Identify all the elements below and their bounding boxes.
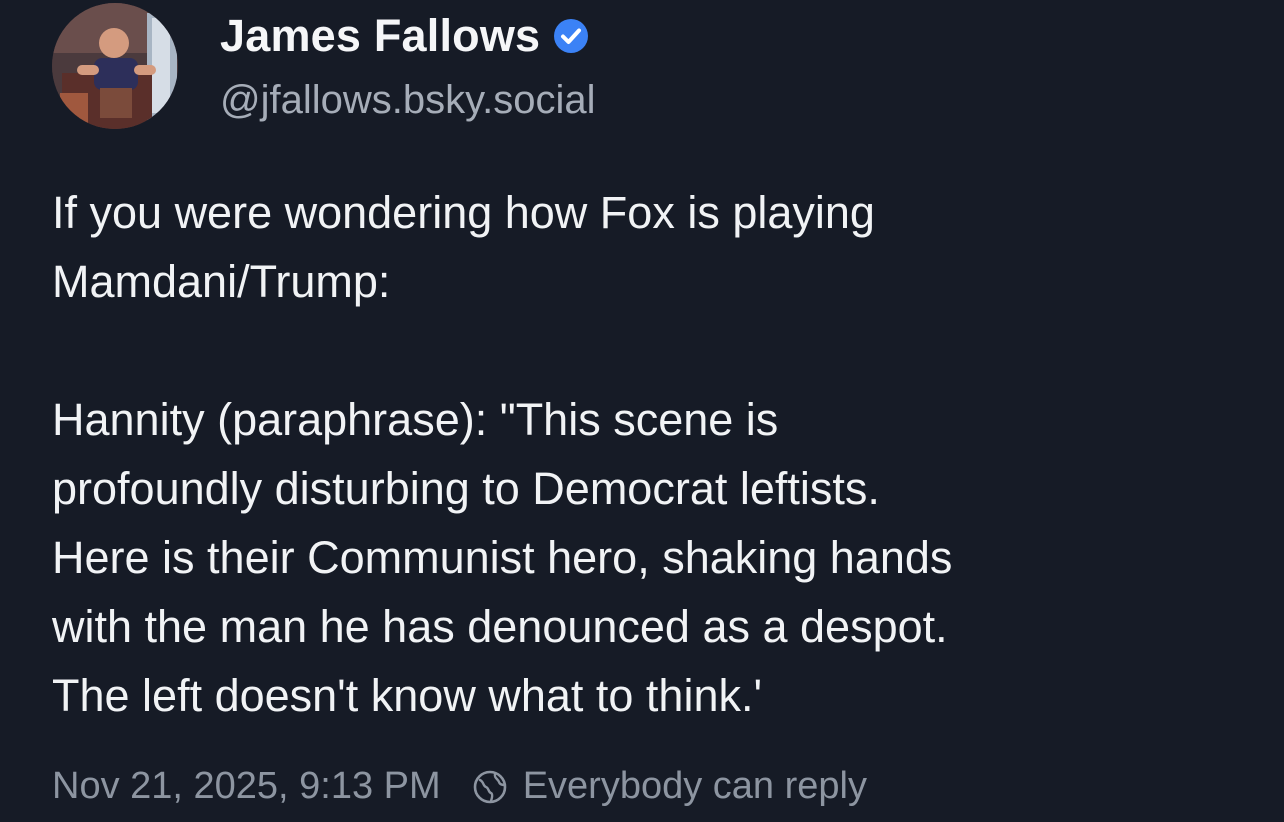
earth-globe-icon — [471, 768, 509, 806]
verified-badge-icon[interactable] — [552, 17, 590, 55]
author-handle[interactable]: @jfallows.bsky.social — [220, 78, 596, 123]
author-info: James Fallows @jfallows.bsky.social — [220, 10, 596, 123]
author-avatar[interactable] — [52, 3, 178, 129]
post-paragraph: If you were wondering how Fox is playing… — [52, 187, 875, 307]
reply-setting-label[interactable]: Everybody can reply — [523, 765, 867, 808]
post-card: James Fallows @jfallows.bsky.social If y… — [0, 0, 1284, 822]
post-text: If you were wondering how Fox is playing… — [52, 178, 1252, 730]
post-timestamp[interactable]: Nov 21, 2025, 9:13 PM — [52, 765, 441, 808]
avatar-image — [52, 3, 178, 129]
author-display-name[interactable]: James Fallows — [220, 10, 540, 62]
name-row: James Fallows — [220, 10, 596, 62]
post-meta: Nov 21, 2025, 9:13 PM Everybody can repl… — [52, 765, 867, 808]
post-paragraph: Hannity (paraphrase): "This scene is pro… — [52, 394, 953, 721]
